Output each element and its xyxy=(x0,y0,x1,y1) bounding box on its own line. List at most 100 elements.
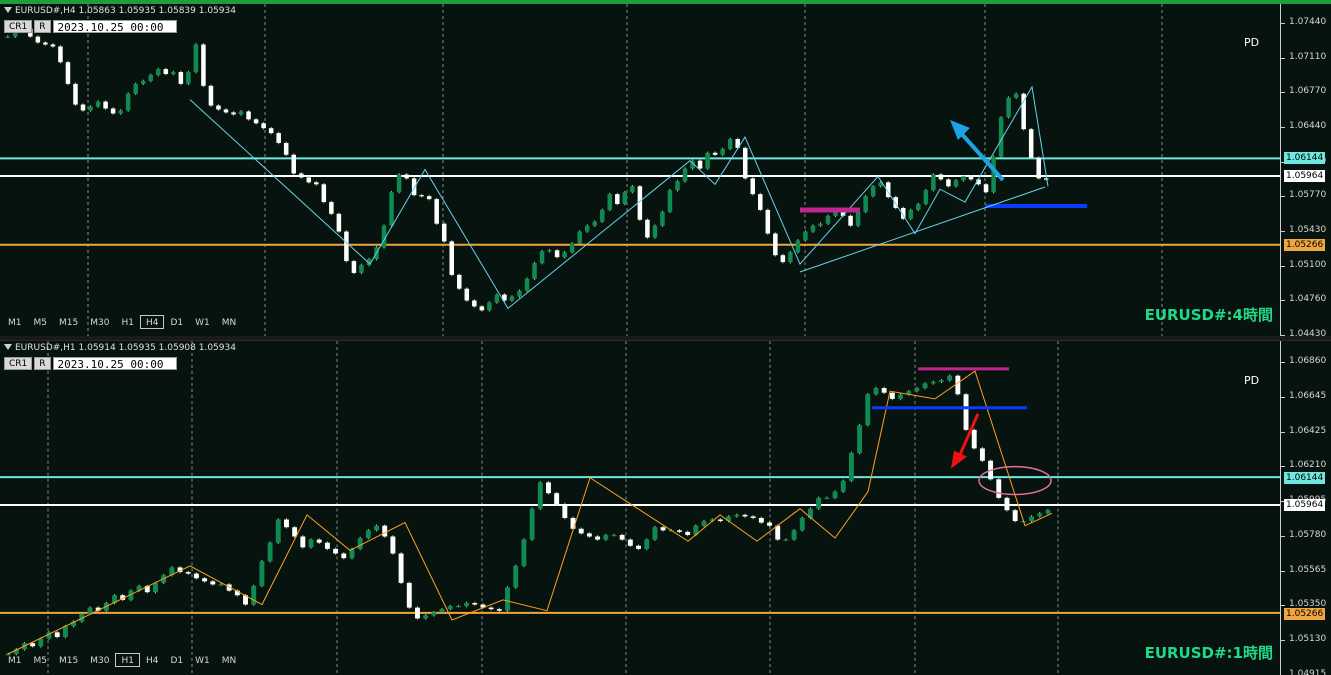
candle-body xyxy=(547,250,552,252)
collapse-triangle-icon[interactable] xyxy=(4,344,12,350)
candle-body xyxy=(153,582,158,593)
candle-body xyxy=(344,231,349,262)
price-tick: 1.05100 xyxy=(1280,259,1327,270)
candle-body xyxy=(406,582,412,608)
candle-body xyxy=(178,72,184,84)
candle-body xyxy=(283,142,289,155)
candle-body xyxy=(996,479,1002,498)
candle-body xyxy=(979,448,985,461)
timeframe-m5[interactable]: M5 xyxy=(28,315,54,329)
candle-body xyxy=(803,231,808,241)
date-input[interactable]: 2023.10.25 00:00 xyxy=(52,357,177,371)
trendline xyxy=(799,186,1046,273)
timeframe-h1[interactable]: H1 xyxy=(115,653,140,667)
chart-panel-h4[interactable]: EURUSD#,H4 1.05863 1.05935 1.05839 1.059… xyxy=(0,0,1331,339)
price-tick: 1.06770 xyxy=(1280,86,1327,97)
candle-body xyxy=(1006,97,1011,118)
timeframe-m30[interactable]: M30 xyxy=(84,315,115,329)
r-button[interactable]: R xyxy=(34,357,51,370)
candle-body xyxy=(374,525,379,531)
candle-body xyxy=(742,147,748,179)
candle-body xyxy=(908,209,914,219)
candle-body xyxy=(426,196,432,200)
candle-body xyxy=(246,111,251,120)
candle-body xyxy=(675,181,680,191)
candle-body xyxy=(645,219,650,238)
candle-body xyxy=(479,306,485,311)
date-input[interactable]: 2023.10.25 00:00 xyxy=(52,20,177,34)
timeframe-mn[interactable]: MN xyxy=(216,315,243,329)
candle-body xyxy=(963,394,969,430)
price-tag-cyan: 1.06144 xyxy=(1284,152,1326,165)
candle-body xyxy=(537,482,543,509)
candle-body xyxy=(611,534,617,537)
timeframe-h4[interactable]: H4 xyxy=(140,653,165,667)
plot-area-h1[interactable] xyxy=(0,341,1280,675)
candle-body xyxy=(818,223,823,226)
timeframe-h4[interactable]: H4 xyxy=(139,315,165,329)
candle-body xyxy=(1012,510,1018,522)
price-tag-orange: 1.05266 xyxy=(1284,607,1326,620)
cr1-button[interactable]: CR1 xyxy=(4,20,33,33)
r-button[interactable]: R xyxy=(34,20,51,33)
candle-body xyxy=(660,527,666,531)
highlight-ellipse xyxy=(978,465,1052,496)
plot-area-h4[interactable] xyxy=(0,4,1280,336)
candle-body xyxy=(983,184,989,193)
candle-body xyxy=(652,225,658,238)
candle-body xyxy=(140,80,146,84)
price-tick: 1.05130 xyxy=(1280,634,1327,645)
candle-body xyxy=(1028,129,1034,158)
candle-body xyxy=(509,296,515,301)
timeframe-m15[interactable]: M15 xyxy=(53,315,84,329)
price-tick: 1.04430 xyxy=(1280,329,1327,339)
candle-body xyxy=(329,202,334,214)
candle-body xyxy=(472,602,478,605)
candle-body xyxy=(734,514,740,517)
candle-body xyxy=(308,539,314,548)
candle-body xyxy=(717,519,723,522)
candle-body xyxy=(767,522,772,526)
candle-body xyxy=(496,609,502,611)
candle-body xyxy=(825,215,831,224)
timeframe-d1[interactable]: D1 xyxy=(164,653,189,667)
candle-body xyxy=(494,294,500,303)
timeframe-m1[interactable]: M1 xyxy=(2,315,28,329)
candle-body xyxy=(783,539,789,541)
candle-body xyxy=(1043,178,1049,180)
collapse-triangle-icon[interactable] xyxy=(4,7,12,13)
cr1-button[interactable]: CR1 xyxy=(4,357,33,370)
timeframe-m1[interactable]: M1 xyxy=(2,653,28,667)
price-axis[interactable]: 1.074401.071101.067701.064401.061001.057… xyxy=(1280,4,1331,339)
candle-body xyxy=(210,581,216,585)
candle-body xyxy=(472,300,477,307)
candle-body xyxy=(791,530,797,540)
price-axis[interactable]: 1.068601.066451.064251.062101.059951.057… xyxy=(1280,341,1331,675)
candle-body xyxy=(799,517,805,531)
candle-body xyxy=(870,186,876,197)
price-tick: 1.05565 xyxy=(1280,564,1327,575)
candle-body xyxy=(58,46,63,63)
price-tag-white: 1.05964 xyxy=(1284,499,1326,512)
candle-body xyxy=(1029,516,1034,522)
candle-body xyxy=(238,111,244,115)
candle-body xyxy=(415,607,420,619)
timeframe-mn[interactable]: MN xyxy=(216,653,243,667)
candle-body xyxy=(314,182,319,185)
timeframe-w1[interactable]: W1 xyxy=(189,315,216,329)
candle-body xyxy=(202,578,208,582)
timeframe-m15[interactable]: M15 xyxy=(53,653,84,667)
candle-body xyxy=(449,241,455,275)
candle-body xyxy=(898,394,903,399)
candle-body xyxy=(677,530,682,532)
timeframe-m5[interactable]: M5 xyxy=(28,653,54,667)
timeframe-h1[interactable]: H1 xyxy=(115,315,140,329)
timeframe-w1[interactable]: W1 xyxy=(189,653,216,667)
candle-body xyxy=(447,606,453,610)
symbol-info: EURUSD#,H4 1.05863 1.05935 1.05839 1.059… xyxy=(4,6,236,16)
chart-panel-h1[interactable]: EURUSD#,H1 1.05914 1.05935 1.05908 1.059… xyxy=(0,340,1331,675)
timeframe-d1[interactable]: D1 xyxy=(164,315,189,329)
price-tick: 1.06440 xyxy=(1280,121,1327,131)
timeframe-m30[interactable]: M30 xyxy=(84,653,115,667)
candle-body xyxy=(682,168,688,182)
